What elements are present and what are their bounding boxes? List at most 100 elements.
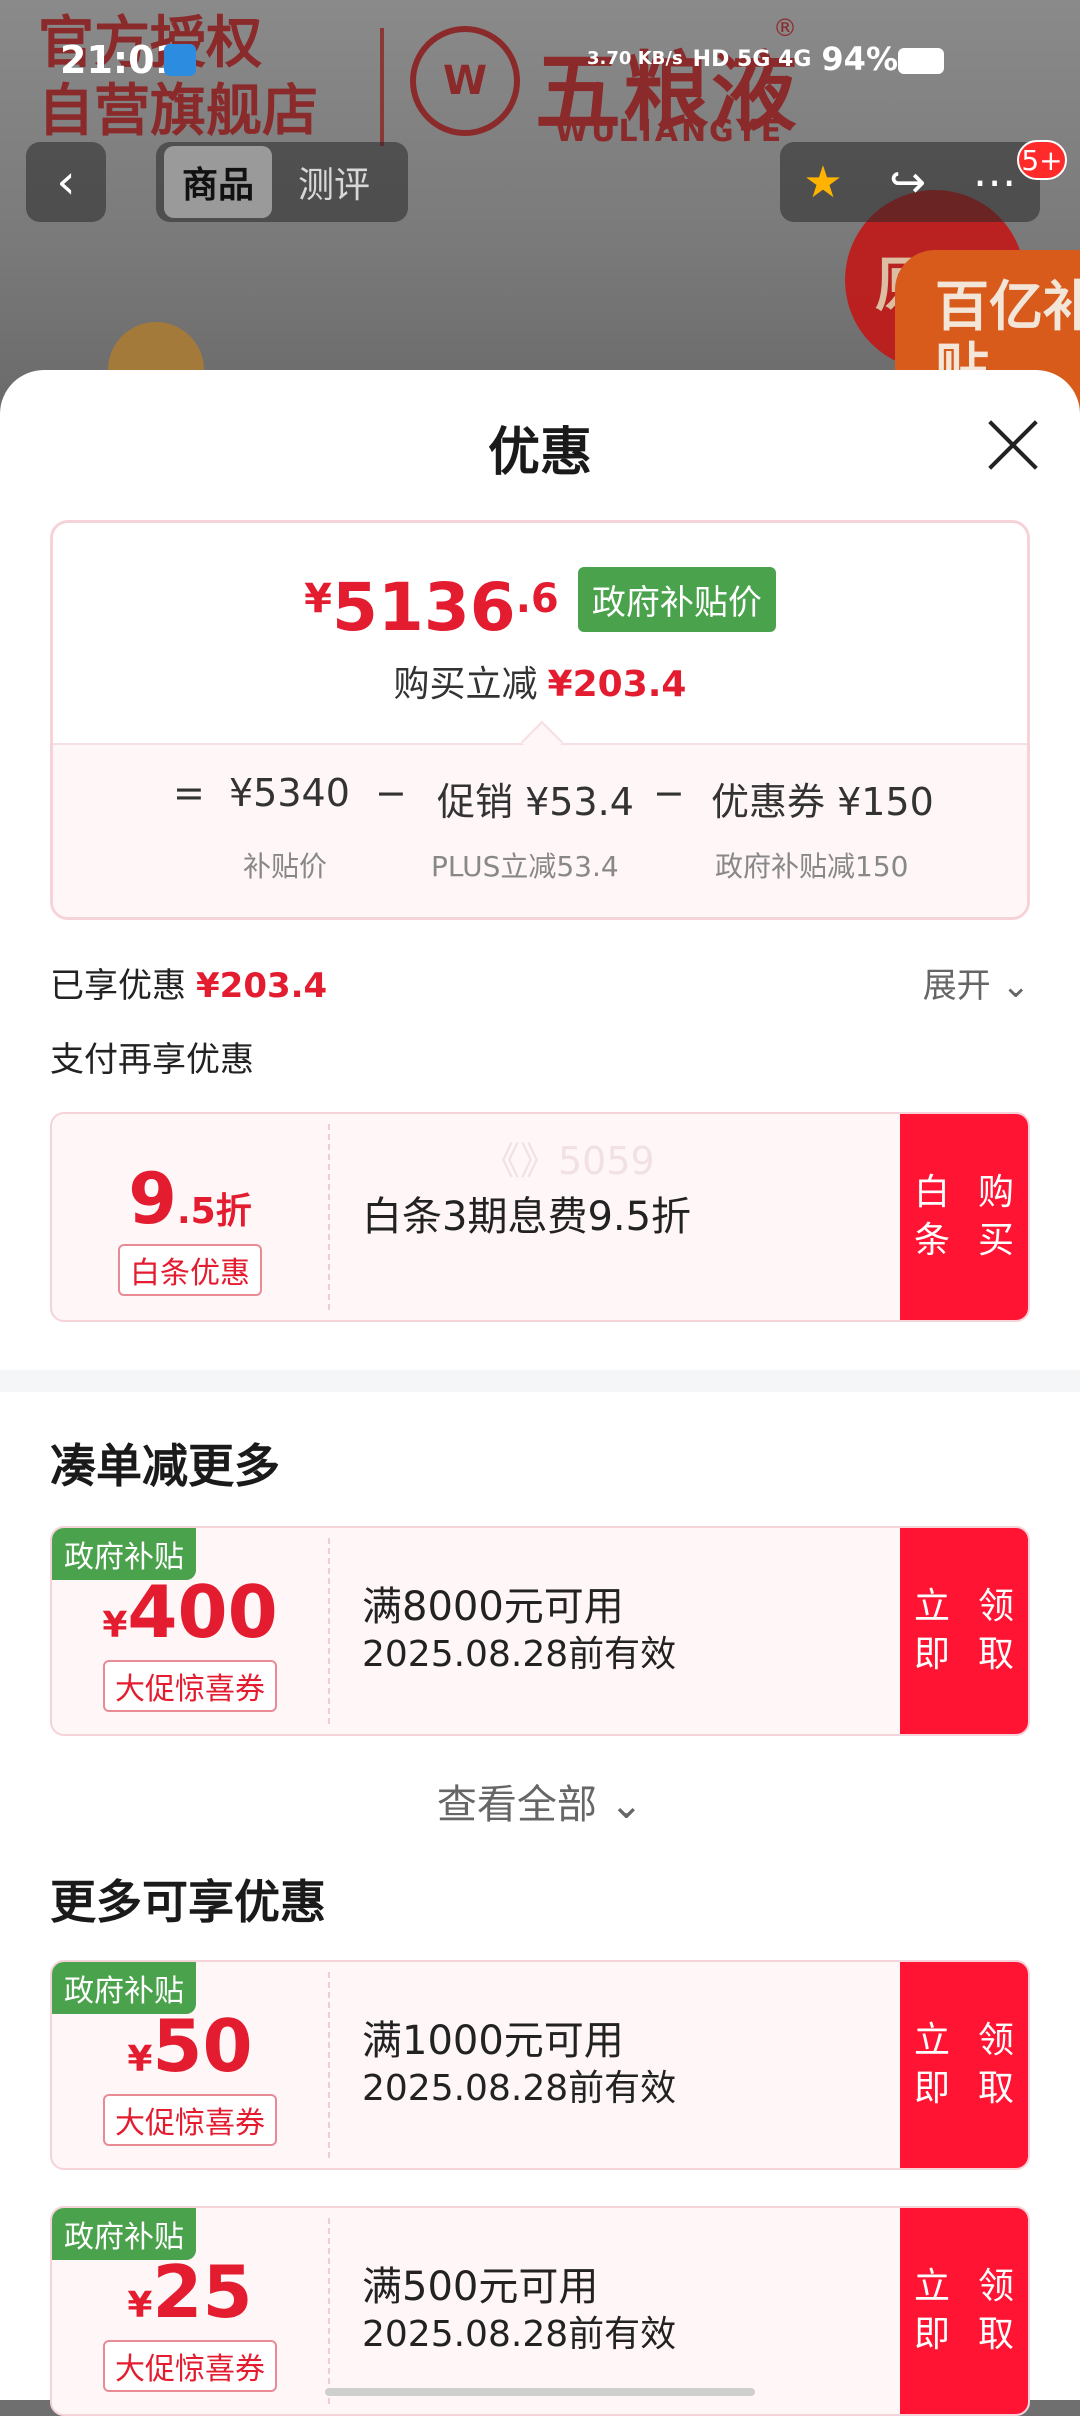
section-more-title: 凑单减更多 xyxy=(50,1439,280,1493)
net-speed: 3.70 KB/s xyxy=(587,48,683,69)
price-decimal: .6 xyxy=(515,576,559,622)
share-icon[interactable]: ↪ xyxy=(889,157,926,208)
price-currency: ¥ xyxy=(304,576,332,622)
chevron-left-icon: ‹ xyxy=(56,154,76,210)
enjoyed-label: 已享优惠 xyxy=(50,966,186,1006)
promo-label: PLUS立减53.4 xyxy=(431,850,619,883)
notification-app-icon xyxy=(164,44,196,76)
star-icon[interactable]: ★ xyxy=(803,157,842,208)
coupon-condition: 满1000元可用 xyxy=(362,2018,624,2064)
coupon-amount: ¥25 xyxy=(52,2250,328,2334)
baitiao-label: 白条优惠 xyxy=(118,1244,262,1296)
button-label-line: 购买 xyxy=(977,1172,1014,1261)
formula-base-value: ¥5340 xyxy=(229,771,350,815)
button-label-line: 白条 xyxy=(913,1172,950,1261)
formula-promo-value: 促销 ¥53.4 xyxy=(437,780,634,824)
discount-sheet: 优惠 ¥5136.6 政府补贴价 购买立减 ¥203.4 = ¥5340 − 促销… xyxy=(0,370,1080,2416)
enjoyed-value: ¥203.4 xyxy=(196,966,328,1006)
formula-equals: = xyxy=(173,771,205,815)
tab-product[interactable]: 商品 xyxy=(164,146,273,218)
price-summary-card: ¥5136.6 政府补贴价 购买立减 ¥203.4 = ¥5340 − 促销 ¥5… xyxy=(50,520,1030,920)
coupon-label: 政府补贴减150 xyxy=(715,850,909,883)
coupon-desc: 满1000元可用 2025.08.28前有效 xyxy=(362,2017,676,2113)
reduce-label: 购买立减 xyxy=(393,664,538,705)
sheet-title: 优惠 xyxy=(487,423,592,483)
coupon-card: 政府补贴 ¥400 大促惊喜券 满8000元可用 2025.08.28前有效 立… xyxy=(50,1526,1030,1736)
coupon-desc: 满500元可用 2025.08.28前有效 xyxy=(362,2263,676,2359)
baitiao-value-big: 9 xyxy=(128,1158,177,1240)
price-integer: 5136 xyxy=(332,569,516,646)
coupon-amount-value: 25 xyxy=(152,2250,253,2334)
coupon-value-area: ¥25 大促惊喜券 xyxy=(52,2208,328,2414)
back-button[interactable]: ‹ xyxy=(26,142,106,222)
battery-percent: 94% xyxy=(821,40,898,78)
coupon-value-area: ¥400 大促惊喜券 xyxy=(52,1528,328,1734)
coupon-amount-value: 400 xyxy=(127,1570,278,1654)
status-bar: 21:01 3.70 KB/s HD 5G 4G 94% xyxy=(0,0,1080,120)
pay-again-title: 支付再享优惠 xyxy=(50,1040,254,1080)
coupon-label: 大促惊喜券 xyxy=(103,1660,277,1712)
message-badge: 5+ xyxy=(1017,140,1067,180)
coupon-amount: ¥50 xyxy=(52,2004,328,2088)
more-icon[interactable]: ⋯ xyxy=(973,157,1017,208)
battery-icon xyxy=(898,48,944,74)
button-label-line: 立即 xyxy=(913,2020,950,2109)
coupon-validity: 2025.08.28前有效 xyxy=(362,1634,677,1675)
view-all-link[interactable]: 查看全部 ⌄ xyxy=(0,1772,1080,1830)
baitiao-value-small: .5折 xyxy=(176,1191,252,1232)
coupon-label: 大促惊喜券 xyxy=(103,2094,277,2146)
coupon-amount: ¥400 xyxy=(52,1570,328,1654)
signal-indicators: HD 5G 4G xyxy=(692,46,812,72)
claim-coupon-button[interactable]: 立即 领取 xyxy=(900,1962,1028,2168)
chevron-down-icon: ⌄ xyxy=(609,1782,644,1828)
claim-coupon-button[interactable]: 立即 领取 xyxy=(900,1528,1028,1734)
coupon-divider xyxy=(328,1124,330,1310)
watermark-text: 《》5059 xyxy=(482,1139,655,1183)
expand-toggle[interactable]: 展开 ⌄ xyxy=(923,958,1030,1007)
view-all-label: 查看全部 xyxy=(436,1782,597,1828)
button-label-line: 立即 xyxy=(913,1586,950,1675)
coupon-card: 政府补贴 ¥50 大促惊喜券 满1000元可用 2025.08.28前有效 立即… xyxy=(50,1960,1030,2170)
price-top: ¥5136.6 政府补贴价 购买立减 ¥203.4 xyxy=(53,523,1027,743)
coupon-divider xyxy=(328,2218,330,2404)
close-icon[interactable] xyxy=(986,418,1040,472)
claim-coupon-button[interactable]: 立即 领取 xyxy=(900,2208,1028,2414)
status-time: 21:01 xyxy=(60,38,181,82)
baitiao-offer-card: 9.5折 白条优惠 《》5059 白条3期息费9.5折 白条 购买 xyxy=(50,1112,1030,1322)
coupon-condition: 满8000元可用 xyxy=(362,1584,624,1630)
base-label: 补贴价 xyxy=(243,850,328,883)
baitiao-desc: 白条3期息费9.5折 xyxy=(362,1194,692,1240)
coupon-amount-value: 50 xyxy=(152,2004,253,2088)
coupon-currency: ¥ xyxy=(127,2039,153,2080)
section-extra-title: 更多可享优惠 xyxy=(50,1875,326,1929)
purchase-reduction: 购买立减 ¥203.4 xyxy=(53,655,1027,707)
tab-review[interactable]: 测评 xyxy=(280,146,388,218)
home-indicator[interactable] xyxy=(325,2388,755,2396)
reduce-value: ¥203.4 xyxy=(547,664,687,705)
baitiao-buy-button[interactable]: 白条 购买 xyxy=(900,1114,1028,1320)
button-label-line: 立即 xyxy=(913,2266,950,2355)
coupon-desc: 满8000元可用 2025.08.28前有效 xyxy=(362,1583,676,1679)
gov-subsidy-price-tag: 政府补贴价 xyxy=(577,567,776,632)
coupon-value-area: ¥50 大促惊喜券 xyxy=(52,1962,328,2168)
price-breakdown: = ¥5340 − 促销 ¥53.4 − 优惠券 ¥150 补贴价 PLUS立减… xyxy=(53,720,1027,917)
nav-actions: ★ ↪ ⋯ xyxy=(780,142,1040,222)
coupon-card: 政府补贴 ¥25 大促惊喜券 满500元可用 2025.08.28前有效 立即领… xyxy=(50,2206,1030,2416)
button-label-line: 领取 xyxy=(977,2020,1014,2109)
button-label-line: 领取 xyxy=(977,1586,1014,1675)
baitiao-value-area: 9.5折 白条优惠 xyxy=(52,1114,328,1320)
coupon-divider xyxy=(328,1972,330,2158)
formula-minus-1: − xyxy=(375,771,407,815)
section-gap xyxy=(0,1370,1080,1392)
expand-label: 展开 xyxy=(922,966,991,1006)
chevron-down-icon: ⌄ xyxy=(1001,966,1031,1006)
enjoyed-discount: 已享优惠 ¥203.4 xyxy=(50,958,327,1007)
coupon-validity: 2025.08.28前有效 xyxy=(362,2068,677,2109)
coupon-label: 大促惊喜券 xyxy=(103,2340,277,2392)
formula-coupon-value: 优惠券 ¥150 xyxy=(711,780,934,824)
coupon-currency: ¥ xyxy=(102,1605,128,1646)
coupon-condition: 满500元可用 xyxy=(362,2264,599,2310)
coupon-currency: ¥ xyxy=(127,2285,153,2326)
coupon-divider xyxy=(328,1538,330,1724)
coupon-validity: 2025.08.28前有效 xyxy=(362,2314,677,2355)
